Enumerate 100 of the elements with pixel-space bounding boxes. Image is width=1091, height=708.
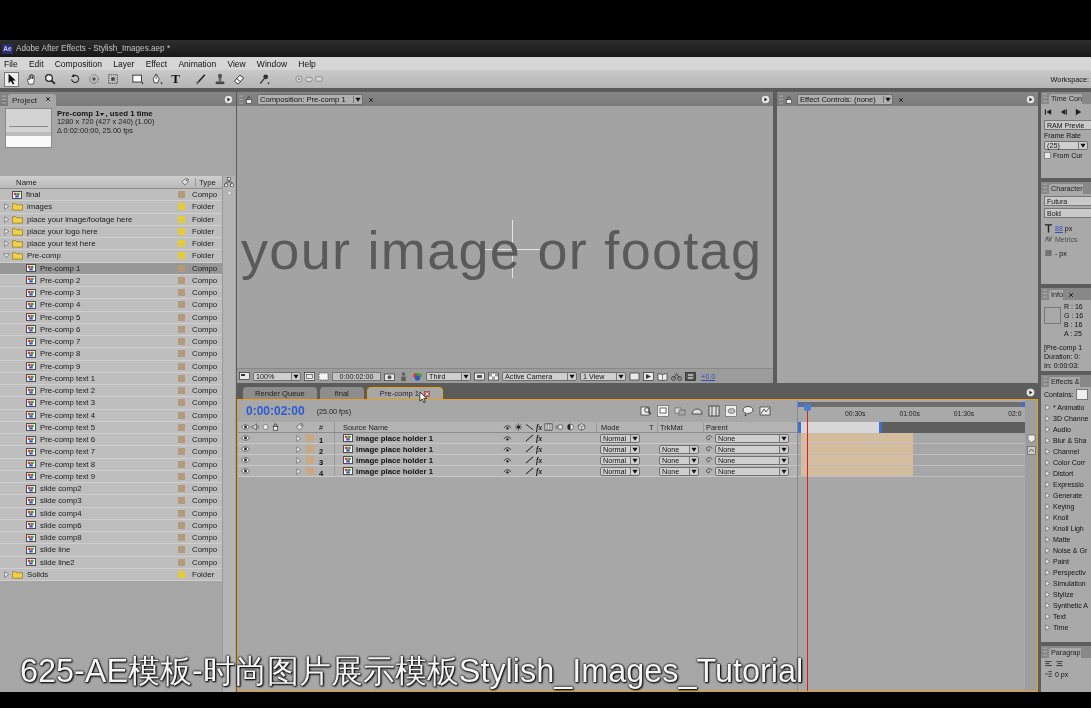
close-icon[interactable] [1068, 292, 1074, 298]
label-color-icon[interactable] [178, 264, 185, 272]
lock-icon[interactable] [785, 96, 793, 104]
sun-icon[interactable] [514, 423, 523, 431]
collapsed-triangle-icon[interactable] [1044, 624, 1051, 631]
panel-menu-icon[interactable] [1026, 388, 1035, 397]
menu-item[interactable]: Layer [107, 58, 141, 69]
label-color-icon[interactable] [178, 374, 185, 382]
label-color-icon[interactable] [178, 191, 185, 199]
menu-item[interactable]: File [0, 58, 24, 69]
half-circle-icon[interactable] [566, 423, 576, 431]
inset-rectangle-icon[interactable] [474, 371, 485, 381]
panel-menu-icon[interactable] [224, 95, 233, 104]
connected-circles-icon[interactable] [671, 371, 682, 381]
collapsed-triangle-icon[interactable] [1044, 492, 1051, 499]
label-color-icon[interactable] [178, 215, 185, 223]
label-color-icon[interactable] [178, 497, 185, 505]
play-box-icon[interactable] [643, 371, 654, 381]
label-color-icon[interactable] [178, 325, 185, 333]
collapsed-triangle-icon[interactable] [3, 227, 10, 235]
tool-button[interactable] [42, 71, 57, 87]
monitor-icon[interactable] [239, 371, 250, 381]
label-color-icon[interactable] [178, 485, 185, 493]
caret-icon[interactable] [99, 110, 106, 117]
collapsed-triangle-icon[interactable] [1044, 536, 1051, 543]
scroll-up-icon[interactable] [225, 190, 233, 195]
nested-rectangle-icon[interactable] [304, 371, 315, 381]
rounded-rectangle-icon[interactable] [315, 75, 323, 83]
cube-icon[interactable] [577, 423, 587, 431]
label-color-icon[interactable] [178, 509, 185, 517]
half-eye-icon[interactable] [503, 445, 512, 453]
checkbox-icon[interactable] [1044, 152, 1051, 159]
chevron-up-icon[interactable] [1026, 446, 1036, 455]
close-icon[interactable] [368, 97, 374, 103]
panel-menu-icon[interactable] [761, 95, 770, 104]
label-color-icon[interactable] [178, 460, 185, 468]
eye-icon[interactable] [241, 467, 250, 475]
collapsed-triangle-icon[interactable] [3, 570, 10, 578]
collapsed-triangle-icon[interactable] [3, 215, 10, 223]
tool-button[interactable] [193, 71, 208, 87]
align-center-icon[interactable] [1055, 660, 1064, 668]
half-eye-icon[interactable] [503, 467, 512, 475]
lines-box-icon[interactable] [685, 371, 696, 381]
label-color-icon[interactable] [178, 350, 185, 358]
rectangle-icon[interactable] [629, 371, 640, 381]
menu-item[interactable]: Composition [49, 58, 108, 69]
collapsed-triangle-icon[interactable] [1044, 580, 1051, 587]
collapsed-triangle-icon[interactable] [1044, 459, 1051, 466]
menu-item[interactable]: Window [251, 58, 293, 69]
three-columns-icon[interactable] [708, 405, 720, 417]
collapsed-triangle-icon[interactable] [1044, 547, 1051, 554]
flowchart-icon[interactable] [224, 177, 234, 187]
half-eye-icon[interactable] [503, 423, 512, 431]
half-eye-icon[interactable] [503, 456, 512, 464]
dome-icon[interactable] [691, 405, 703, 417]
label-color-icon[interactable] [178, 448, 185, 456]
eye-icon[interactable] [241, 434, 250, 442]
film-frame-icon[interactable] [544, 423, 554, 431]
nested-square-icon[interactable] [657, 405, 669, 417]
menu-item[interactable]: Animation [172, 58, 222, 69]
collapsed-triangle-icon[interactable] [1044, 569, 1051, 576]
collapsed-triangle-icon[interactable] [1044, 591, 1051, 598]
label-color-icon[interactable] [178, 387, 185, 395]
label-color-icon[interactable] [178, 570, 185, 578]
collapsed-triangle-icon[interactable] [3, 240, 10, 248]
label-color-icon[interactable] [178, 289, 185, 297]
tool-button[interactable] [4, 71, 19, 87]
circle-dot-icon[interactable] [295, 75, 303, 83]
label-color-icon[interactable] [178, 227, 185, 235]
eye-icon[interactable] [241, 445, 250, 453]
ellipse-box-icon[interactable] [725, 405, 737, 417]
collapsed-triangle-icon[interactable] [1044, 514, 1051, 521]
align-left-icon[interactable] [1044, 660, 1053, 668]
skip-to-start-icon[interactable] [1044, 108, 1053, 116]
layers-icon[interactable] [674, 405, 686, 417]
half-eye-icon[interactable] [503, 434, 512, 442]
speech-bubble-icon[interactable] [742, 405, 754, 417]
menu-item[interactable]: Effect [140, 58, 173, 69]
eye-icon[interactable] [241, 423, 250, 431]
collapsed-triangle-icon[interactable] [1044, 437, 1051, 444]
collapsed-triangle-icon[interactable] [1044, 426, 1051, 433]
label-color-icon[interactable] [178, 411, 185, 419]
collapsed-triangle-icon[interactable] [1044, 503, 1051, 510]
work-area-bar[interactable] [798, 422, 882, 433]
collapsed-triangle-icon[interactable] [1044, 602, 1051, 609]
label-color-icon[interactable] [178, 558, 185, 566]
panel-menu-icon[interactable] [1026, 95, 1035, 104]
label-color-icon[interactable] [178, 252, 185, 260]
collapsed-triangle-icon[interactable] [1044, 448, 1051, 455]
dashed-frame-icon[interactable] [318, 371, 329, 381]
menu-item[interactable]: Edit [23, 58, 50, 69]
ellipse-icon[interactable] [305, 75, 313, 83]
close-icon[interactable] [898, 97, 904, 103]
camera-icon[interactable] [384, 371, 395, 381]
collapsed-triangle-icon[interactable] [1044, 404, 1051, 411]
label-color-icon[interactable] [178, 472, 185, 480]
label-color-icon[interactable] [178, 240, 185, 248]
label-color-icon[interactable] [178, 546, 185, 554]
play-icon[interactable] [1074, 108, 1083, 116]
label-color-icon[interactable] [178, 399, 185, 407]
